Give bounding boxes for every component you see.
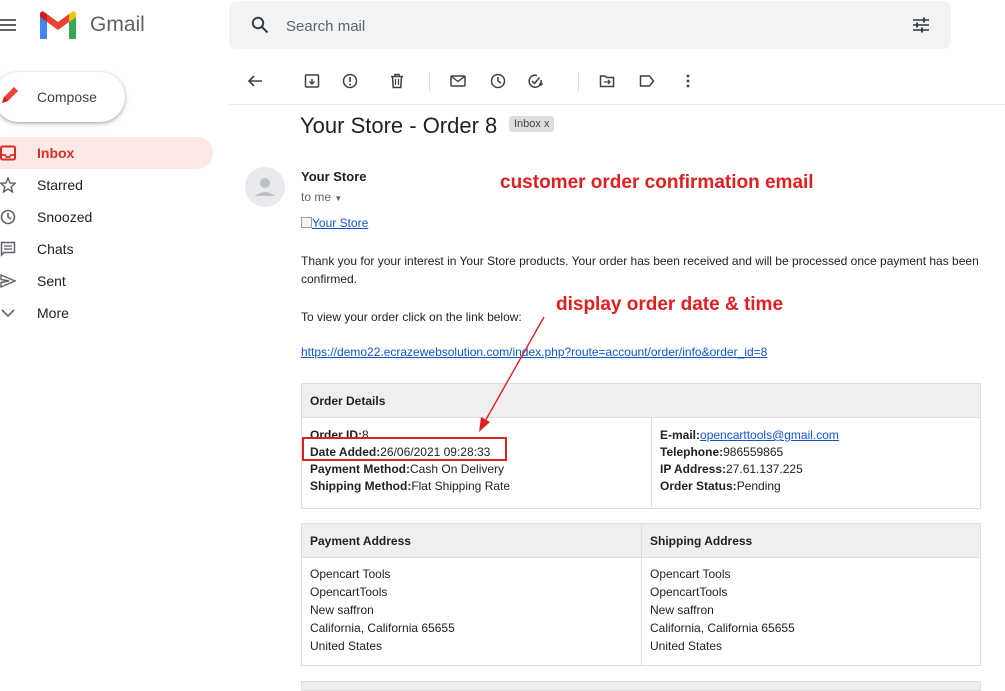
back-arrow-icon[interactable] (247, 73, 263, 89)
gmail-wordmark: Gmail (90, 13, 145, 36)
toolbar-divider (429, 72, 430, 92)
clock-icon (0, 209, 16, 225)
compose-label: Compose (37, 89, 97, 105)
broken-image-icon (301, 217, 312, 228)
payment-address-heading: Payment Address (301, 523, 642, 558)
shipping-method-row: Shipping Method:Flat Shipping Rate (310, 478, 643, 495)
date-highlight-box (302, 437, 507, 461)
search-options-icon[interactable] (912, 16, 930, 34)
recipient-text: to me (301, 190, 332, 204)
more-options-icon[interactable] (680, 73, 696, 89)
search-icon[interactable] (251, 16, 269, 34)
customer-info-cell: E-mail:opencarttools@gmail.com Telephone… (651, 417, 981, 509)
sidebar-item-label: Snoozed (37, 209, 93, 225)
sidebar-item-sent[interactable]: Sent (0, 265, 213, 297)
star-icon (0, 177, 16, 193)
payment-address-cell: Opencart Tools OpencartTools New saffron… (301, 557, 642, 666)
chat-icon (0, 241, 16, 257)
sidebar-item-label: Inbox (37, 145, 75, 161)
search-input[interactable]: Search mail (286, 18, 365, 35)
snooze-icon[interactable] (490, 73, 506, 89)
send-icon (0, 273, 16, 289)
order-details-heading: Order Details (301, 383, 981, 418)
store-logo-image[interactable]: Your Store (301, 216, 368, 230)
annotation-note: customer order confirmation email (500, 172, 814, 193)
telephone-value: 986559865 (723, 445, 784, 459)
sender-name[interactable]: Your Store (301, 169, 367, 184)
sidebar-item-snoozed[interactable]: Snoozed (0, 201, 213, 233)
telephone-label: Telephone: (660, 445, 724, 459)
trash-icon[interactable] (389, 73, 405, 89)
move-to-icon[interactable] (599, 73, 615, 89)
address-table: Payment Address Shipping Address Opencar… (301, 523, 981, 666)
order-status-value: Pending (736, 479, 781, 493)
ip-address-row: IP Address:27.61.137.225 (660, 461, 972, 478)
add-to-tasks-icon[interactable] (527, 73, 543, 89)
label-chip-text: Inbox (514, 118, 541, 130)
label-icon[interactable] (639, 73, 655, 89)
pencil-icon (2, 87, 18, 103)
shipping-method-value: Flat Shipping Rate (411, 479, 511, 493)
products-table-header (301, 681, 981, 691)
email-subject: Your Store - Order 8 (300, 113, 498, 138)
annotation-note: display order date & time (556, 294, 784, 315)
annotation-arrow-icon (479, 316, 545, 432)
sidebar-item-label: Sent (37, 273, 66, 289)
mark-unread-icon[interactable] (450, 73, 466, 89)
recipient-details[interactable]: to me ▼ (301, 190, 342, 204)
ip-address-label: IP Address: (660, 462, 727, 476)
payment-method-label: Payment Method: (310, 462, 411, 476)
payment-method-value: Cash On Delivery (410, 462, 505, 476)
sidebar-item-starred[interactable]: Starred (0, 169, 213, 201)
sidebar-item-label: More (37, 305, 69, 321)
inbox-icon (0, 145, 16, 161)
address-line: OpencartTools (650, 585, 728, 599)
customer-email-link[interactable]: opencarttools@gmail.com (700, 428, 839, 442)
address-line: United States (310, 639, 383, 653)
telephone-row: Telephone:986559865 (660, 444, 972, 461)
toolbar-divider (578, 72, 579, 92)
address-line: Opencart Tools (650, 567, 731, 581)
toolbar-divider-line (229, 104, 1005, 105)
label-chip-inbox[interactable]: Inbox x (509, 116, 555, 132)
shipping-address-cell: Opencart Tools OpencartTools New saffron… (641, 557, 981, 666)
archive-icon[interactable] (304, 73, 320, 89)
sidebar-item-chats[interactable]: Chats (0, 233, 213, 265)
order-status-label: Order Status: (660, 479, 737, 493)
close-icon[interactable]: x (544, 118, 550, 130)
avatar[interactable] (245, 167, 285, 207)
shipping-address-heading: Shipping Address (641, 523, 981, 558)
caret-down-icon[interactable]: ▼ (334, 194, 342, 203)
report-spam-icon[interactable] (342, 73, 358, 89)
shipping-method-label: Shipping Method: (310, 479, 412, 493)
address-line: California, California 65655 (650, 621, 795, 635)
gmail-logo-icon[interactable] (38, 11, 78, 41)
address-line: California, California 65655 (310, 621, 455, 635)
email-label: E-mail: (660, 428, 701, 442)
sidebar-item-label: Starred (37, 177, 83, 193)
ip-address-value: 27.61.137.225 (726, 462, 803, 476)
sidebar-item-inbox[interactable]: Inbox (0, 137, 213, 169)
chevron-down-icon (1, 309, 15, 318)
address-line: New saffron (650, 603, 714, 617)
email-row: E-mail:opencarttools@gmail.com (660, 427, 972, 444)
sidebar-item-more[interactable]: More (0, 297, 213, 329)
main-menu-icon[interactable] (0, 18, 16, 32)
address-line: Opencart Tools (310, 567, 391, 581)
address-line: New saffron (310, 603, 374, 617)
sidebar-item-label: Chats (37, 241, 74, 257)
store-logo-alt-text: Your Store (312, 216, 369, 230)
thank-you-message: Thank you for your interest in Your Stor… (301, 254, 979, 286)
payment-method-row: Payment Method:Cash On Delivery (310, 461, 643, 478)
address-line: OpencartTools (310, 585, 388, 599)
order-status-row: Order Status:Pending (660, 478, 972, 495)
address-line: United States (650, 639, 723, 653)
